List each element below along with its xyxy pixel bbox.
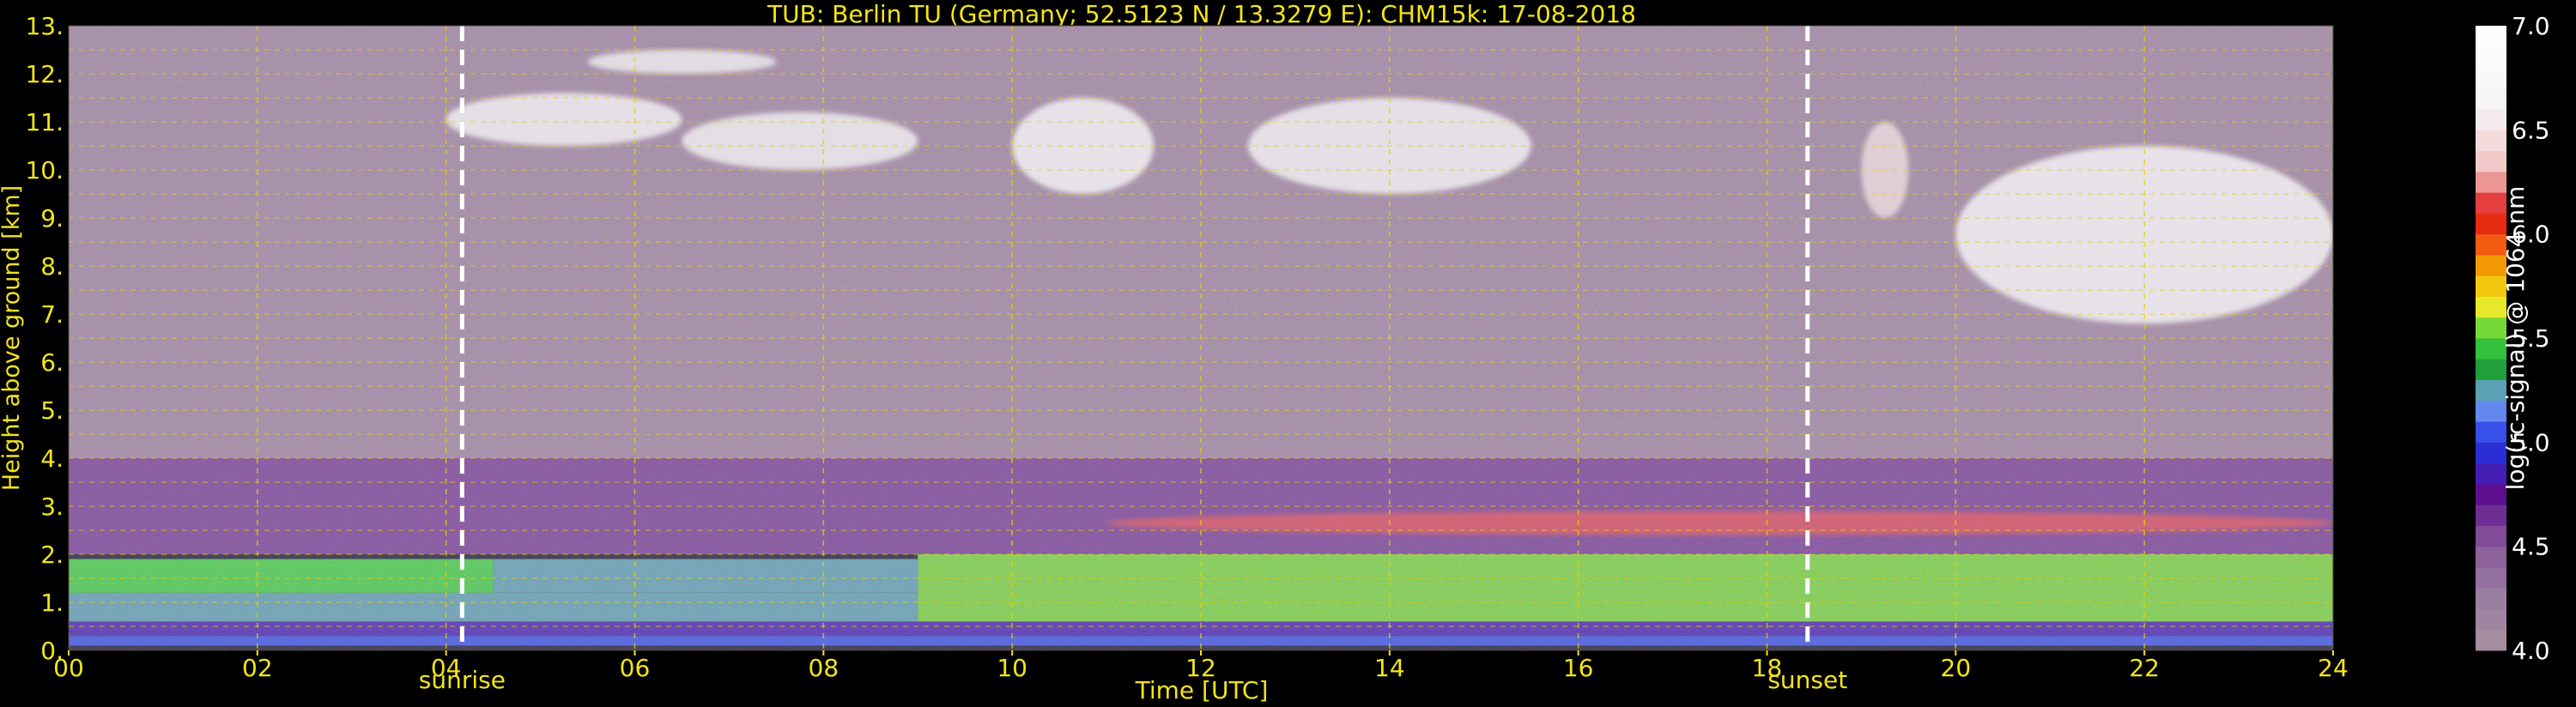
y-tick-label: 11.: [25, 108, 64, 136]
y-tick-label: 4.: [40, 444, 64, 473]
cloud-1: [587, 50, 777, 74]
y-axis-label: Height above ground [km]: [0, 185, 25, 491]
colorbar-segment: [2476, 525, 2506, 547]
sunset-label: sunset: [1767, 666, 1847, 694]
y-tick-label: 7.: [40, 300, 64, 329]
y-tick-label: 3.: [40, 492, 64, 521]
colorbar-tick-label: 4.0: [2512, 637, 2550, 665]
x-axis-label: Time [UTC]: [1135, 676, 1269, 704]
colorbar-segment: [2476, 546, 2506, 568]
y-tick-label: 6.: [40, 348, 64, 377]
y-tick-label: 10.: [25, 156, 64, 184]
colorbar-segment: [2476, 26, 2506, 47]
colorbar-segment: [2476, 608, 2506, 631]
chart: TUB: Berlin TU (Germany; 52.5123 N / 13.…: [0, 0, 2550, 704]
x-tick-label: 06: [620, 654, 651, 682]
sunrise-label: sunrise: [419, 666, 506, 694]
cloud-7: [1106, 511, 2333, 535]
cloud-0: [445, 93, 682, 146]
colorbar-tick-label: 6.5: [2512, 116, 2550, 144]
colorbar-segment: [2476, 109, 2506, 130]
x-tick-label: 20: [1941, 654, 1972, 682]
colorbar-segment: [2476, 130, 2506, 152]
x-tick-label: 02: [242, 654, 273, 682]
y-tick-label: 1.: [40, 589, 64, 617]
colorbar-segment: [2476, 566, 2506, 589]
chart-title: TUB: Berlin TU (Germany; 52.5123 N / 13.…: [767, 0, 1636, 28]
cloud-2: [682, 112, 918, 170]
y-tick-label: 13.: [25, 12, 64, 40]
y-tick-label: 8.: [40, 252, 64, 281]
y-tick-label: 0.: [40, 637, 64, 665]
x-tick-label: 16: [1563, 654, 1594, 682]
colorbar-segment: [2476, 67, 2506, 89]
x-tick-label: 10: [997, 654, 1027, 682]
colorbar-segment: [2476, 629, 2506, 651]
colorbar-segment: [2476, 505, 2506, 526]
colorbar-segment: [2476, 88, 2506, 110]
plot-area: [69, 26, 2333, 650]
colorbar-tick-label: 4.5: [2512, 533, 2550, 561]
y-tick-label: 12.: [25, 60, 64, 88]
x-tick-label: 14: [1374, 654, 1405, 682]
colorbar-segment: [2476, 588, 2506, 609]
y-tick-label: 2.: [40, 541, 64, 569]
y-tick-label: 9.: [40, 204, 64, 233]
y-tick-label: 5.: [40, 396, 64, 425]
colorbar-label: log(rc-signal) @ 1064 nm: [2501, 186, 2530, 491]
colorbar-segment: [2476, 150, 2506, 172]
x-tick-label: 08: [809, 654, 839, 682]
x-tick-label: 22: [2129, 654, 2160, 682]
colorbar-segment: [2476, 46, 2506, 69]
colorbar-tick-label: 7.0: [2512, 12, 2550, 40]
x-tick-label: 24: [2318, 654, 2349, 682]
y-axis-ticks: 0. 1. 2. 3. 4. 5. 6. 7. 8. 9. 10. 11. 12. 13.: [25, 12, 64, 665]
